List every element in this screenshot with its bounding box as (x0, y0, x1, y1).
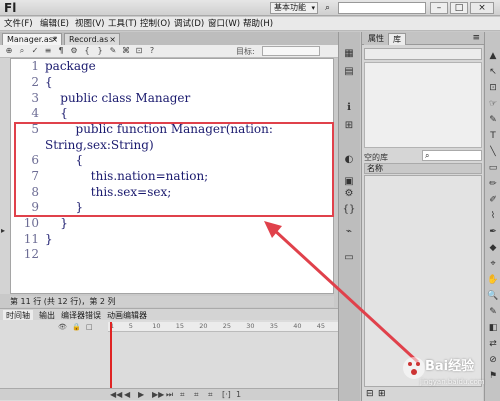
watermark-brand-text: 经验 (448, 359, 475, 374)
annotation-arrow (264, 221, 420, 364)
watermark-logo-text: Bai (425, 359, 449, 374)
watermark-url: jingyan.baidu.com (420, 378, 485, 386)
arrow-shaft (270, 226, 420, 364)
watermark-brand: Bai经验 (425, 355, 474, 374)
